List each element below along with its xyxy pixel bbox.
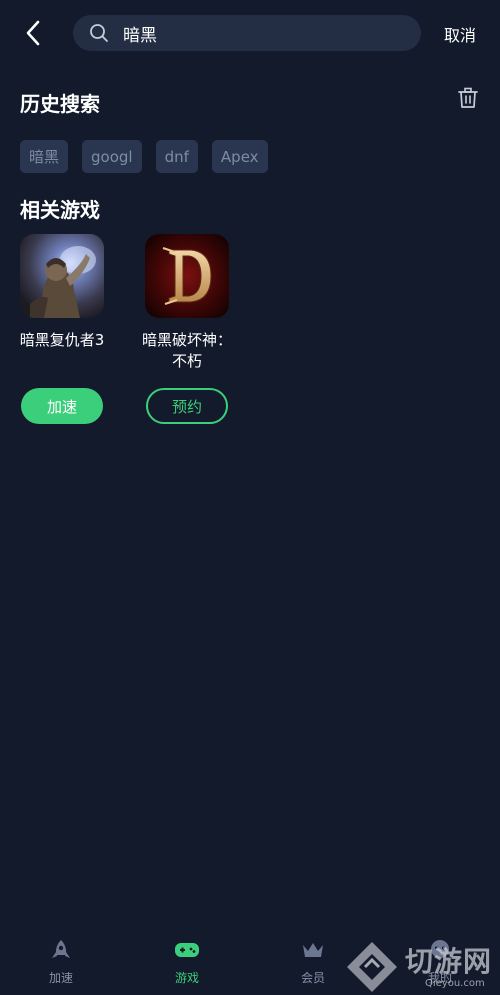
search-icon — [89, 22, 111, 44]
nav-label: 会员 — [300, 971, 325, 985]
history-chips: 暗黑 googl dnf Apex — [20, 140, 268, 173]
history-chip[interactable]: googl — [82, 140, 142, 173]
game-icon-diablo-immortal[interactable] — [145, 234, 229, 318]
rocket-icon — [48, 938, 74, 962]
watermark-text: 切游网 — [405, 945, 493, 978]
history-chip[interactable]: dnf — [155, 140, 198, 173]
nav-label: 游戏 — [174, 971, 199, 985]
game-name: 暗黑破坏神：不朽 — [141, 331, 232, 370]
crown-icon — [300, 938, 326, 962]
watermark-logo-icon — [347, 942, 397, 992]
search-input[interactable] — [123, 23, 403, 43]
nav-item-accelerate[interactable]: 加速 — [31, 938, 91, 986]
chevron-left-icon — [26, 20, 40, 46]
history-chip[interactable]: 暗黑 — [20, 140, 69, 173]
game-card: 暗黑破坏神：不朽 预约 — [132, 234, 242, 424]
gamepad-icon — [174, 938, 200, 962]
search-box[interactable] — [73, 15, 421, 51]
nav-item-games[interactable]: 游戏 — [157, 938, 217, 986]
history-chip[interactable]: Apex — [211, 140, 268, 173]
clear-history-button[interactable] — [456, 86, 482, 112]
history-title: 历史搜索 — [20, 92, 100, 116]
cancel-button[interactable]: 取消 — [444, 22, 476, 46]
trash-icon — [458, 87, 478, 108]
nav-label: 加速 — [48, 971, 73, 985]
nav-item-membership[interactable]: 会员 — [283, 938, 343, 986]
back-button[interactable] — [18, 17, 48, 49]
top-bar: 取消 — [0, 0, 500, 66]
reserve-button[interactable]: 预约 — [146, 388, 228, 424]
game-card: 暗黑复仇者3 加速 — [7, 234, 117, 424]
watermark: 切游网 Qieyou.com — [345, 940, 500, 995]
related-games-title: 相关游戏 — [20, 198, 100, 222]
watermark-subtext: Qieyou.com — [425, 978, 485, 989]
accelerate-button[interactable]: 加速 — [21, 388, 103, 424]
game-icon-diablo-avengers[interactable] — [20, 234, 104, 318]
game-name: 暗黑复仇者3 — [19, 331, 105, 349]
